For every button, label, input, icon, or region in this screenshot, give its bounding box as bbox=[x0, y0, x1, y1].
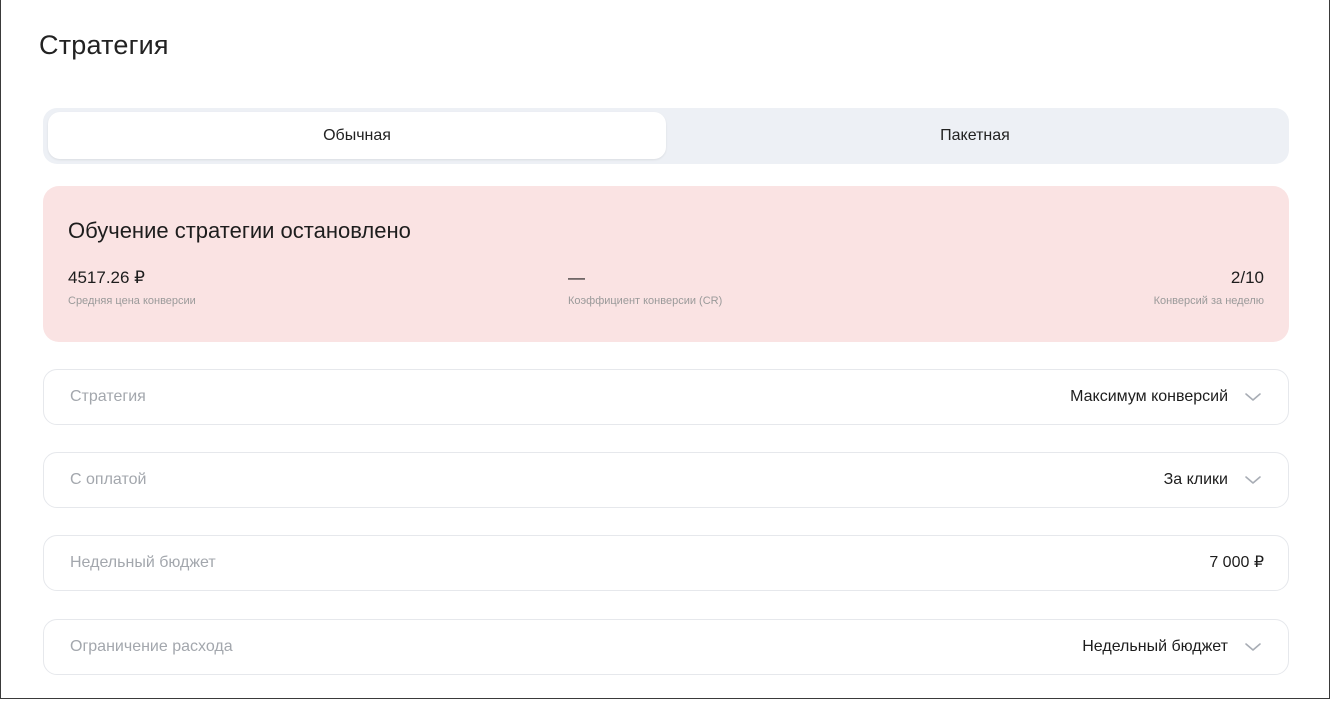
spend-limit-select[interactable]: Ограничение расхода Недельный бюджет bbox=[43, 619, 1289, 675]
payment-type-select[interactable]: С оплатой За клики bbox=[43, 452, 1289, 508]
field-value[interactable]: 7 000 ₽ bbox=[1209, 536, 1264, 590]
field-value: Недельный бюджет bbox=[1082, 638, 1228, 655]
weekly-budget-input[interactable]: Недельный бюджет 7 000 ₽ bbox=[43, 535, 1289, 591]
metric-label: Коэффициент конверсии (CR) bbox=[568, 295, 723, 307]
metric-label: Средняя цена конверсии bbox=[68, 295, 196, 307]
metric-avg-conversion-price: 4517.26 ₽ Средняя цена конверсии bbox=[68, 268, 196, 307]
metric-weekly-conversions: 2/10 Конверсий за неделю bbox=[1154, 268, 1264, 307]
metric-value: — bbox=[568, 268, 585, 287]
metric-value: 2/10 bbox=[1230, 268, 1264, 287]
field-value: За клики bbox=[1163, 471, 1228, 488]
page-title: Стратегия bbox=[39, 30, 169, 60]
chevron-down-icon[interactable] bbox=[1243, 390, 1263, 404]
field-label: Недельный бюджет bbox=[70, 554, 216, 571]
strategy-select[interactable]: Стратегия Максимум конверсий bbox=[43, 369, 1289, 425]
field-label: С оплатой bbox=[70, 471, 147, 488]
strategy-type-tabs: Обычная Пакетная bbox=[43, 108, 1289, 164]
metric-value: 4517.26 ₽ bbox=[68, 268, 145, 287]
chevron-down-icon[interactable] bbox=[1243, 473, 1263, 487]
training-stopped-alert: Обучение стратегии остановлено 4517.26 ₽… bbox=[43, 186, 1289, 342]
field-label: Стратегия bbox=[70, 388, 146, 405]
tab-package[interactable]: Пакетная bbox=[666, 112, 1284, 159]
strategy-panel: Стратегия Обычная Пакетная Обучение стра… bbox=[0, 0, 1330, 699]
field-label: Ограничение расхода bbox=[70, 638, 233, 655]
chevron-down-icon[interactable] bbox=[1243, 640, 1263, 654]
metric-label: Конверсий за неделю bbox=[1153, 295, 1264, 307]
field-value: Максимум конверсий bbox=[1070, 388, 1228, 405]
metric-conversion-rate: — Коэффициент конверсии (CR) bbox=[568, 268, 722, 307]
tab-regular[interactable]: Обычная bbox=[48, 112, 666, 159]
alert-title: Обучение стратегии остановлено bbox=[68, 218, 411, 243]
